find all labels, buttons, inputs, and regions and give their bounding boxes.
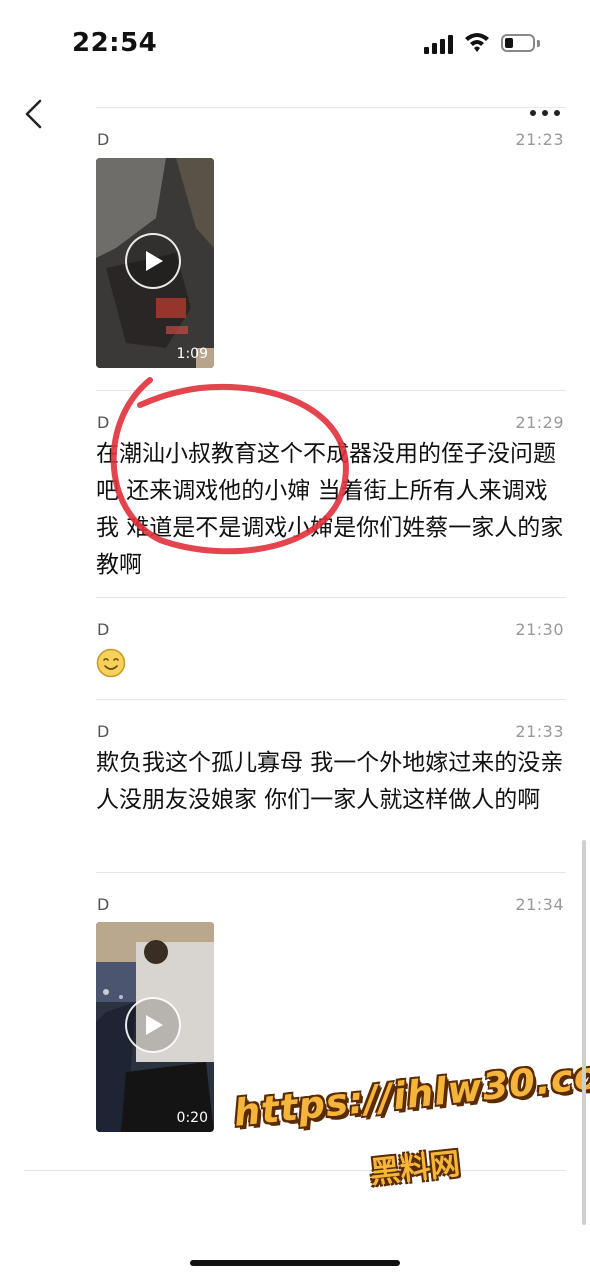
- cellular-signal-icon: [424, 34, 454, 54]
- message-text: 欺负我这个孤儿寡母 我一个外地嫁过来的没亲人没朋友没娘家 你们一家人就这样做人的…: [96, 750, 564, 813]
- message-time: 21:23: [515, 130, 564, 149]
- message-sender: D: [97, 620, 110, 639]
- battery-tip: [537, 40, 540, 47]
- battery-icon: [501, 34, 535, 52]
- divider: [96, 597, 566, 598]
- chevron-left-icon[interactable]: [22, 98, 46, 130]
- divider: [24, 1170, 566, 1171]
- message-sender: D: [97, 413, 110, 432]
- play-icon[interactable]: [125, 997, 181, 1053]
- smile-emoji-icon: [96, 648, 126, 678]
- more-horizontal-icon[interactable]: [530, 110, 566, 118]
- message-sender: D: [97, 895, 110, 914]
- divider: [96, 872, 566, 873]
- wifi-icon: [465, 33, 489, 52]
- message-text: 在潮汕小叔教育这个不成器没用的侄子没问题吧 还来调戏他的小婶 当着街上所有人来调…: [96, 441, 564, 578]
- message-time: 21:34: [515, 895, 564, 914]
- message-time: 21:30: [515, 620, 564, 639]
- home-indicator[interactable]: [190, 1260, 400, 1266]
- message-sender: D: [97, 722, 110, 741]
- message-time: 21:29: [515, 413, 564, 432]
- divider: [96, 699, 566, 700]
- video-duration: 1:09: [176, 346, 208, 362]
- watermark-url: https://ihlw30.com: [231, 1049, 590, 1135]
- video-duration: 0:20: [176, 1110, 208, 1126]
- message-sender: D: [97, 130, 110, 149]
- video-thumbnail[interactable]: 1:09: [96, 158, 214, 368]
- status-time: 22:54: [72, 28, 158, 58]
- divider: [96, 390, 566, 391]
- status-bar: 22:54: [0, 0, 590, 90]
- video-thumbnail[interactable]: 0:20: [96, 922, 214, 1132]
- scrollbar[interactable]: [582, 840, 586, 1225]
- divider: [96, 107, 566, 108]
- play-icon[interactable]: [125, 233, 181, 289]
- watermark-site-name: 黑料网: [368, 1146, 462, 1191]
- message-time: 21:33: [515, 722, 564, 741]
